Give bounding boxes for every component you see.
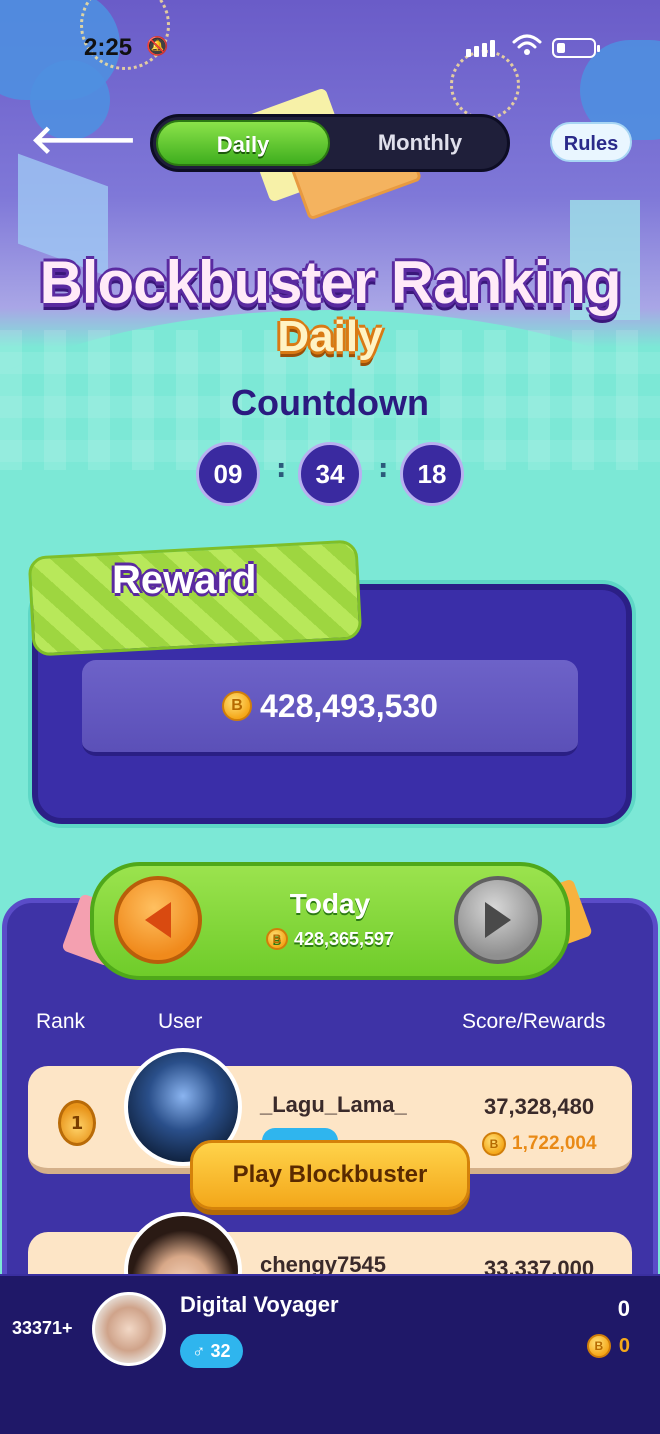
column-header-score: Score/Rewards bbox=[462, 1010, 606, 1033]
tab-monthly[interactable]: Monthly bbox=[335, 120, 505, 166]
gender-badge: ♂ 32 bbox=[180, 1334, 243, 1368]
bell-muted-icon: 🔕 bbox=[146, 36, 169, 57]
day-amount: B 428,365,597 bbox=[230, 928, 430, 950]
countdown-minutes: 34 bbox=[298, 442, 362, 506]
arrow-left-icon: 🡐 bbox=[30, 117, 138, 163]
gold-coin-icon: B bbox=[586, 1334, 611, 1358]
my-rank: 33371+ bbox=[12, 1318, 73, 1338]
gold-coin-icon: B bbox=[222, 691, 253, 721]
page-subtitle: Daily bbox=[277, 312, 383, 361]
rules-button[interactable]: Rules bbox=[550, 122, 632, 162]
user-reward: B 1,722,004 bbox=[482, 1132, 597, 1156]
tab-daily[interactable]: Daily bbox=[156, 120, 330, 166]
previous-day-button[interactable] bbox=[114, 876, 202, 964]
user-name: _Lagu_Lama_ bbox=[260, 1092, 407, 1117]
user-reward-value: 1,722,004 bbox=[512, 1133, 597, 1154]
gold-coin-icon: B bbox=[482, 1132, 506, 1156]
reward-total-amount: 428,493,530 bbox=[260, 687, 438, 724]
rank-medal-icon: 1 bbox=[58, 1100, 96, 1146]
battery-low-icon bbox=[552, 38, 600, 58]
countdown-separator: : bbox=[276, 454, 287, 484]
triangle-right-icon bbox=[485, 902, 511, 938]
my-reward: B 0 bbox=[586, 1334, 630, 1358]
wifi-icon bbox=[512, 34, 542, 55]
my-reward-value: 0 bbox=[618, 1334, 630, 1357]
countdown-seconds: 18 bbox=[400, 442, 464, 506]
next-day-button[interactable] bbox=[454, 876, 542, 964]
page-title: Blockbuster Ranking bbox=[39, 249, 621, 316]
my-level: 32 bbox=[210, 1341, 231, 1361]
my-score: 0 bbox=[617, 1296, 630, 1321]
user-score: 37,328,480 bbox=[484, 1094, 595, 1119]
status-bar: 2:25 🔕 bbox=[0, 0, 660, 90]
gold-coin-icon: B bbox=[265, 928, 288, 950]
avatar[interactable] bbox=[92, 1292, 166, 1366]
back-button[interactable]: 🡐 bbox=[30, 120, 137, 160]
reward-label: Reward bbox=[112, 558, 257, 602]
column-header-user: User bbox=[158, 1010, 203, 1033]
play-blockbuster-button[interactable]: Play Blockbuster bbox=[190, 1140, 470, 1210]
countdown-hours: 09 bbox=[196, 442, 260, 506]
reward-total-box: B 428,493,530 bbox=[82, 660, 578, 756]
status-time: 2:25 bbox=[84, 34, 133, 61]
triangle-left-icon bbox=[145, 902, 171, 938]
period-tab-toggle: Daily Monthly bbox=[150, 114, 510, 172]
male-icon: ♂ bbox=[192, 1341, 206, 1361]
day-label: Today bbox=[289, 888, 371, 919]
column-header-rank: Rank bbox=[36, 1010, 86, 1033]
day-amount-value: 428,365,597 bbox=[293, 928, 395, 949]
cellular-signal-icon bbox=[466, 40, 495, 57]
my-name: Digital Voyager bbox=[180, 1292, 339, 1317]
countdown-separator: : bbox=[378, 454, 389, 484]
countdown-label: Countdown bbox=[231, 382, 429, 423]
